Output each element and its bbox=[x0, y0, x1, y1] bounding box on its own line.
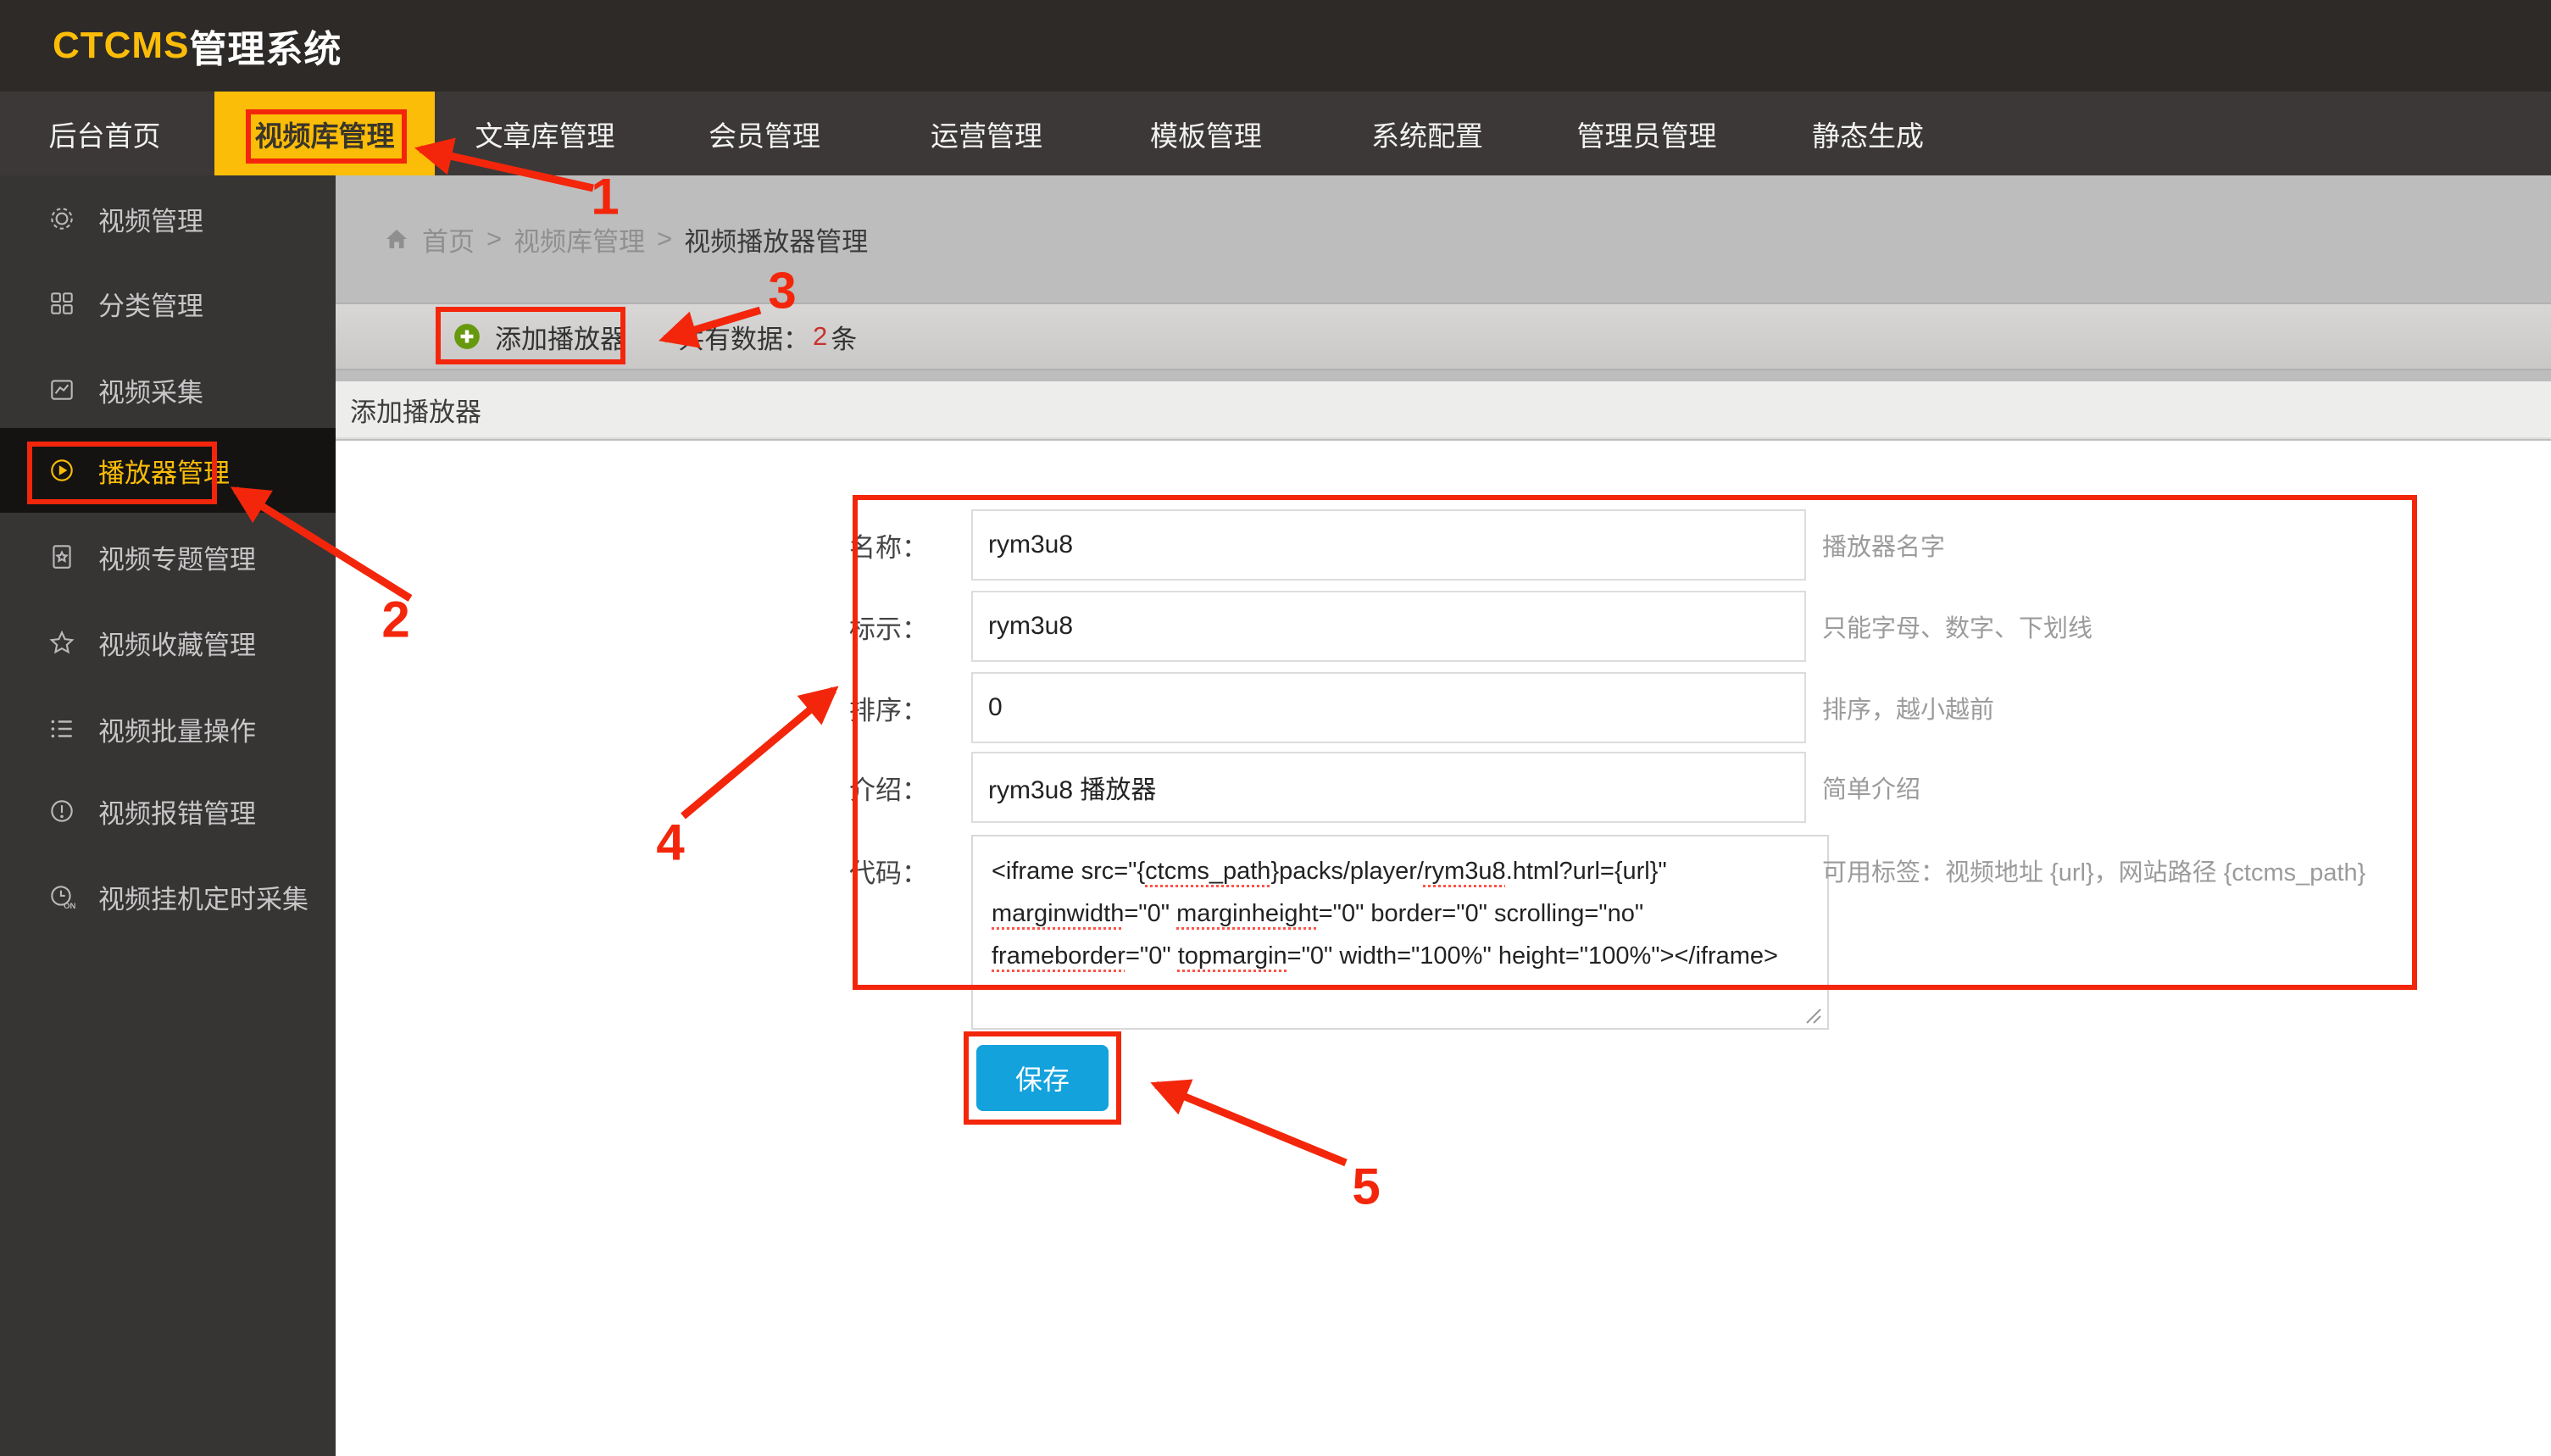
main-nav: 后台首页 视频库管理 文章库管理 会员管理 运营管理 模板管理 系统配置 管理员… bbox=[0, 92, 2551, 175]
grid-icon bbox=[47, 289, 76, 318]
logo-brand: CTCMS bbox=[53, 25, 189, 67]
sidebar-item-label: 视频专题管理 bbox=[98, 538, 256, 576]
name-input[interactable] bbox=[971, 509, 1806, 581]
sidebar-item-video-collect[interactable]: 视频采集 bbox=[0, 347, 336, 432]
sidebar-item-player-manage[interactable]: 播放器管理 bbox=[0, 428, 336, 513]
field-label-intro: 介绍： bbox=[775, 752, 928, 823]
sidebar-item-label: 播放器管理 bbox=[98, 452, 230, 490]
logo-suffix: 管理系统 bbox=[189, 19, 342, 73]
intro-input[interactable] bbox=[971, 752, 1806, 823]
add-player-button[interactable]: 添加播放器 bbox=[453, 309, 626, 364]
top-header: CTCMS 管理系统 bbox=[0, 0, 2551, 92]
breadcrumb-video-library[interactable]: 视频库管理 bbox=[514, 220, 645, 258]
topic-doc-icon bbox=[47, 542, 76, 571]
sidebar-item-label: 分类管理 bbox=[98, 285, 203, 323]
svg-text:ON: ON bbox=[64, 902, 75, 911]
nav-item-home[interactable]: 后台首页 bbox=[0, 92, 209, 175]
breadcrumb-separator: > bbox=[657, 224, 672, 254]
field-hint-intro: 简单介绍 bbox=[1822, 752, 2551, 823]
toolbar bbox=[336, 303, 2551, 370]
mark-input[interactable] bbox=[971, 591, 1806, 662]
field-hint-name: 播放器名字 bbox=[1822, 509, 2551, 581]
nav-item-static-generate[interactable]: 静态生成 bbox=[1758, 92, 1978, 175]
breadcrumb-separator: > bbox=[486, 224, 502, 254]
sidebar-item-label: 视频报错管理 bbox=[98, 792, 256, 831]
field-label-mark: 标示： bbox=[775, 591, 928, 662]
nav-item-video-library[interactable]: 视频库管理 bbox=[214, 92, 435, 175]
app-logo: CTCMS 管理系统 bbox=[53, 0, 342, 92]
code-textarea[interactable]: <iframe src="{ctcms_path}packs/player/ry… bbox=[971, 835, 1829, 1030]
breadcrumb-home[interactable]: 首页 bbox=[422, 220, 475, 258]
field-label-code: 代码： bbox=[775, 835, 928, 906]
sidebar-item-label: 视频批量操作 bbox=[98, 710, 256, 748]
sidebar-item-video-manage[interactable]: 视频管理 bbox=[0, 176, 336, 261]
save-button[interactable]: 保存 bbox=[976, 1045, 1109, 1111]
breadcrumb-current-page: 视频播放器管理 bbox=[684, 220, 868, 258]
sidebar-item-label: 视频挂机定时采集 bbox=[98, 878, 308, 916]
sidebar-item-category-manage[interactable]: 分类管理 bbox=[0, 261, 336, 346]
collect-chart-icon bbox=[47, 375, 76, 404]
nav-item-templates[interactable]: 模板管理 bbox=[1096, 92, 1316, 175]
nav-item-system-config[interactable]: 系统配置 bbox=[1317, 92, 1537, 175]
breadcrumb: 首页 > 视频库管理 > 视频播放器管理 bbox=[383, 220, 868, 258]
field-label-sort: 排序： bbox=[775, 672, 928, 743]
list-icon bbox=[47, 714, 76, 743]
sidebar-item-video-favorite-manage[interactable]: 视频收藏管理 bbox=[0, 600, 336, 685]
sidebar-item-label: 视频收藏管理 bbox=[98, 624, 256, 662]
data-count-suffix: 条 bbox=[831, 318, 857, 356]
star-icon bbox=[47, 628, 76, 657]
data-count-number: 2 bbox=[809, 321, 831, 352]
nav-item-admins[interactable]: 管理员管理 bbox=[1537, 92, 1757, 175]
sidebar-item-label: 视频采集 bbox=[98, 371, 203, 409]
sort-input[interactable] bbox=[971, 672, 1806, 743]
field-hint-mark: 只能字母、数字、下划线 bbox=[1822, 591, 2551, 662]
field-hint-sort: 排序，越小越前 bbox=[1822, 672, 2551, 743]
annotation-number-1: 1 bbox=[591, 168, 619, 226]
field-hint-code: 可用标签：视频地址 {url}，网站路径 {ctcms_path} bbox=[1822, 835, 2551, 906]
field-label-name: 名称： bbox=[775, 509, 928, 581]
sidebar-item-video-batch-ops[interactable]: 视频批量操作 bbox=[0, 686, 336, 771]
add-player-button-label: 添加播放器 bbox=[495, 318, 626, 356]
error-circle-icon bbox=[47, 797, 76, 825]
clock-on-icon: ON bbox=[47, 882, 76, 911]
panel-header: 添加播放器 bbox=[336, 381, 2551, 439]
sidebar-item-label: 视频管理 bbox=[98, 200, 203, 238]
sidebar-item-video-error-manage[interactable]: 视频报错管理 bbox=[0, 769, 336, 853]
panel-title: 添加播放器 bbox=[350, 391, 481, 429]
nav-item-members[interactable]: 会员管理 bbox=[654, 92, 875, 175]
gear-icon bbox=[47, 204, 76, 233]
nav-item-article-library[interactable]: 文章库管理 bbox=[435, 92, 655, 175]
play-circle-icon bbox=[47, 456, 76, 485]
sidebar: 视频管理 分类管理 视频采集 播放器管理 bbox=[0, 175, 336, 1456]
data-count: 共有数据： 2 条 bbox=[678, 309, 857, 364]
data-count-prefix: 共有数据： bbox=[678, 318, 809, 356]
resize-handle-icon[interactable] bbox=[1802, 1004, 1824, 1026]
home-icon bbox=[383, 225, 410, 253]
sidebar-item-video-topic-manage[interactable]: 视频专题管理 bbox=[0, 514, 336, 599]
sidebar-item-video-timed-collect[interactable]: ON 视频挂机定时采集 bbox=[0, 854, 336, 939]
app-root: CTCMS 管理系统 后台首页 视频库管理 文章库管理 会员管理 运营管理 模板… bbox=[0, 0, 2551, 1456]
nav-item-operations[interactable]: 运营管理 bbox=[876, 92, 1097, 175]
add-plus-icon bbox=[453, 322, 481, 351]
